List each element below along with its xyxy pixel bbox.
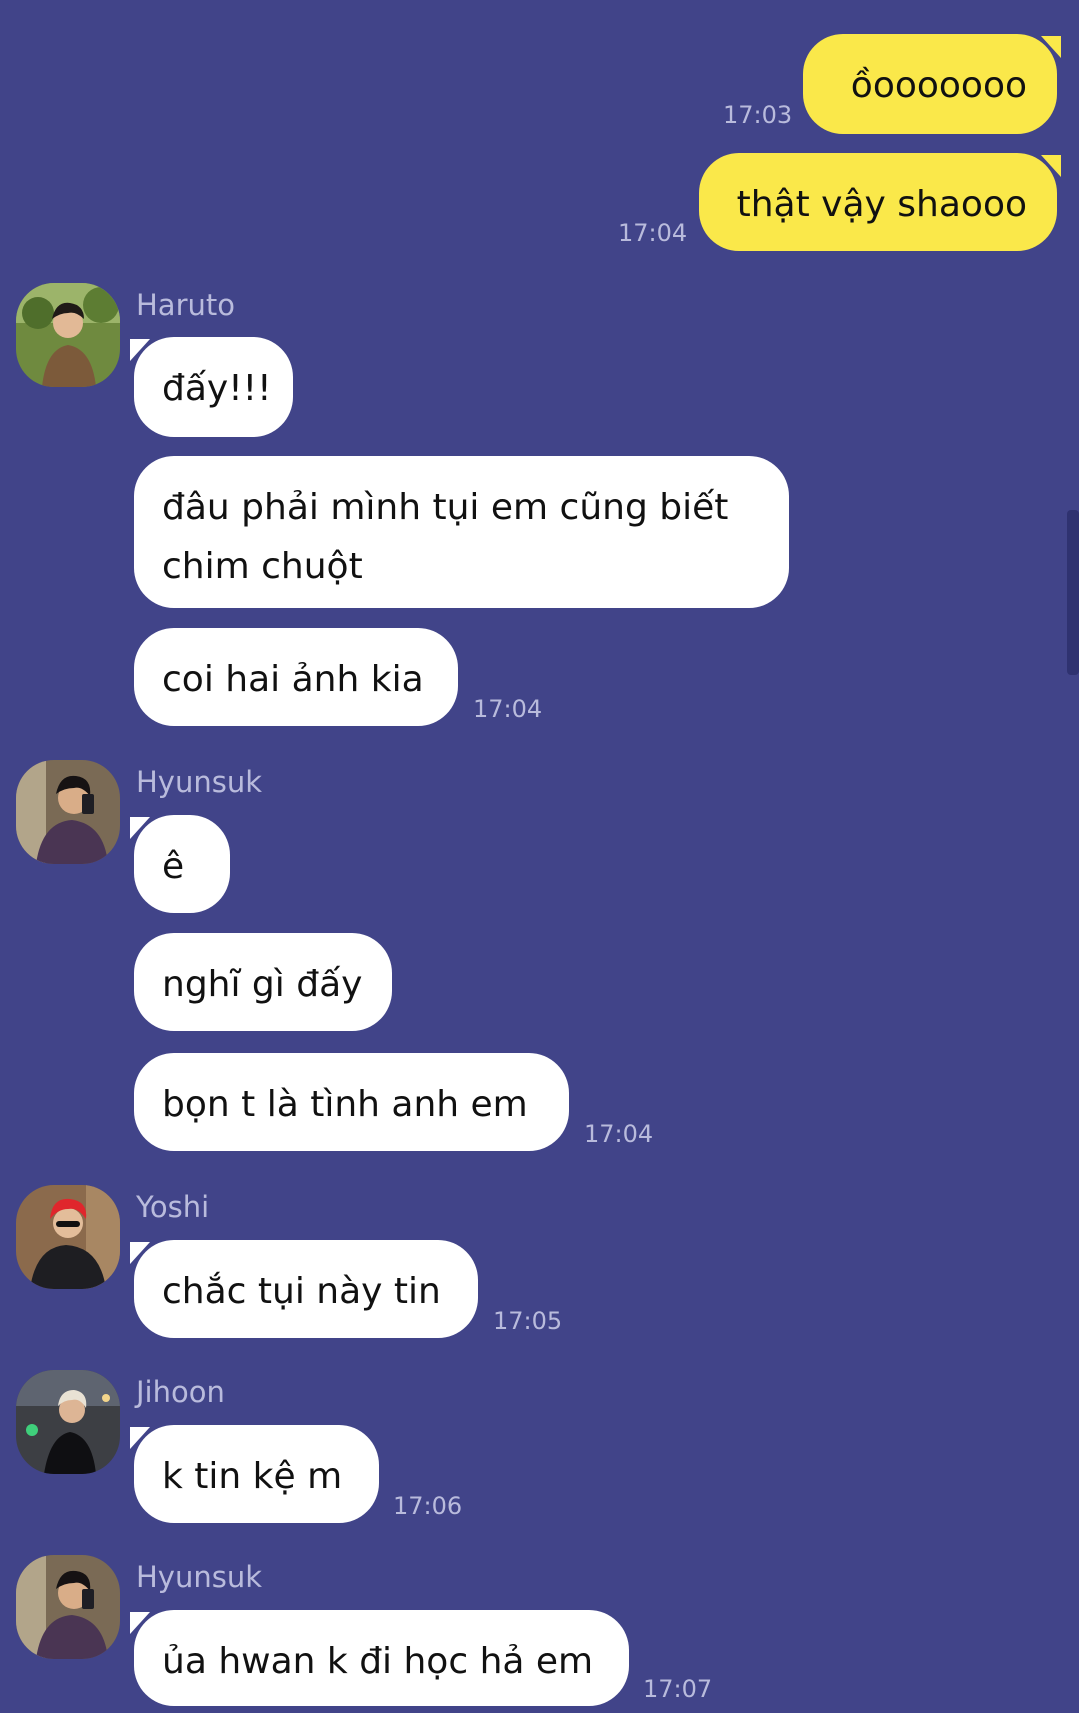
incoming-message-bubble[interactable]: đấy!!!: [134, 337, 293, 437]
outgoing-message-bubble[interactable]: thật vậy shaooo: [699, 153, 1057, 251]
bubble-tail: [130, 817, 150, 839]
user-avatar-icon: [16, 760, 120, 864]
incoming-message-bubble[interactable]: coi hai ảnh kia: [134, 628, 458, 726]
message-time: 17:05: [493, 1307, 563, 1335]
sender-name: Hyunsuk: [136, 765, 263, 799]
message-time: 17:04: [618, 219, 688, 247]
avatar-hyunsuk[interactable]: [16, 1555, 120, 1659]
incoming-message-bubble[interactable]: chắc tụi này tin: [134, 1240, 478, 1338]
sender-name: Hyunsuk: [136, 1560, 263, 1594]
incoming-message-bubble[interactable]: đâu phải mình tụi em cũng biết chim chuộ…: [134, 456, 789, 608]
incoming-message-bubble[interactable]: bọn t là tình anh em: [134, 1053, 569, 1151]
chat-message-list[interactable]: 17:03 ồooooooo 17:04 thật vậy shaooo Har…: [0, 0, 1079, 1713]
user-avatar-icon: [16, 1370, 120, 1474]
sender-name: Yoshi: [136, 1190, 210, 1224]
message-time: 17:07: [643, 1675, 713, 1703]
user-avatar-icon: [16, 1185, 120, 1289]
message-time: 17:04: [473, 695, 543, 723]
message-time: 17:06: [393, 1492, 463, 1520]
bubble-tail: [1041, 36, 1061, 58]
incoming-message-bubble[interactable]: ủa hwan k đi học hả em: [134, 1610, 629, 1706]
message-time: 17:04: [584, 1120, 654, 1148]
bubble-tail: [130, 339, 150, 361]
incoming-message-bubble[interactable]: k tin kệ m: [134, 1425, 379, 1523]
bubble-tail: [130, 1427, 150, 1449]
bubble-tail: [130, 1242, 150, 1264]
avatar-yoshi[interactable]: [16, 1185, 120, 1289]
user-avatar-icon: [16, 1555, 120, 1659]
bubble-tail: [130, 1612, 150, 1634]
sender-name: Jihoon: [136, 1375, 225, 1409]
avatar-haruto[interactable]: [16, 283, 120, 387]
message-time: 17:03: [723, 101, 793, 129]
scrollbar[interactable]: [1067, 510, 1079, 675]
sender-name: Haruto: [136, 288, 235, 322]
user-avatar-icon: [16, 283, 120, 387]
outgoing-message-bubble[interactable]: ồooooooo: [803, 34, 1057, 134]
incoming-message-bubble[interactable]: nghĩ gì đấy: [134, 933, 392, 1031]
avatar-jihoon[interactable]: [16, 1370, 120, 1474]
bubble-tail: [1041, 155, 1061, 177]
avatar-hyunsuk[interactable]: [16, 760, 120, 864]
